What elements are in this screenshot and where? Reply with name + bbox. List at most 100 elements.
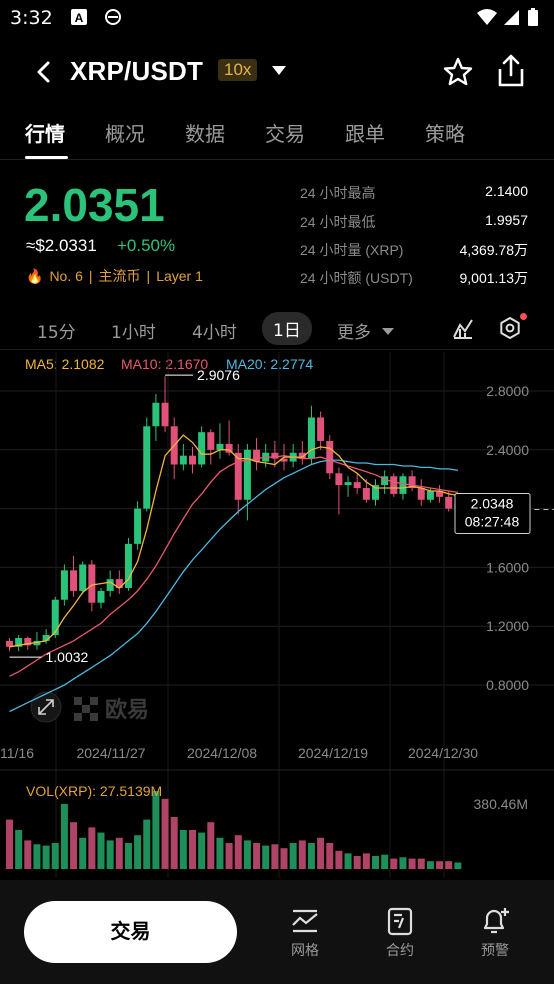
status-time: 3:32 <box>10 7 53 29</box>
volume-bar <box>454 862 462 869</box>
stat-label: 24 小时量 (XRP) <box>300 242 404 258</box>
e-browser-icon <box>105 9 121 25</box>
candle-body <box>326 440 334 474</box>
volume-bar <box>115 837 123 869</box>
share-icon[interactable] <box>496 54 526 88</box>
ma5-line <box>9 434 459 648</box>
flame-icon: 🔥 <box>26 268 44 284</box>
signal-icon <box>504 10 519 25</box>
indicator-icon[interactable] <box>452 317 474 339</box>
candle-body <box>216 443 224 450</box>
candle-body <box>88 564 96 603</box>
tab-data[interactable]: 数据 <box>185 118 225 147</box>
settings-gear-icon[interactable] <box>498 316 522 340</box>
x-tick-label: 2024/12/19 <box>298 745 368 761</box>
volume-bar <box>362 853 370 869</box>
low-marker-label: 1.0032 <box>46 649 89 665</box>
y-tick-label: 1.2000 <box>486 618 529 634</box>
candle-body <box>79 564 87 591</box>
volume-bar <box>170 817 178 869</box>
notification-dot <box>520 313 527 320</box>
volume-bar <box>344 853 352 869</box>
tag-layer1[interactable]: Layer 1 <box>156 268 203 284</box>
pair-title[interactable]: XRP/USDT <box>70 56 203 87</box>
tab-copy-trading[interactable]: 跟单 <box>345 118 385 147</box>
candlestick-chart[interactable]: 2.80002.40002.00001.60001.20000.8000欧易2.… <box>0 352 554 772</box>
rank-badge[interactable]: No. 6 <box>49 268 82 284</box>
high-marker-label: 2.9076 <box>197 367 240 383</box>
period-1d[interactable]: 1日 <box>262 312 312 345</box>
volume-bar <box>436 861 444 869</box>
price-change: +0.50% <box>117 236 176 255</box>
volume-bar <box>134 835 142 869</box>
volume-bar <box>445 861 453 869</box>
candle-body <box>198 432 206 465</box>
status-bar: 3:32 A <box>0 0 554 36</box>
candle-body <box>353 482 361 489</box>
contract-label: 合约 <box>386 943 414 959</box>
tab-trade[interactable]: 交易 <box>265 118 305 147</box>
okx-logo-block <box>82 705 90 713</box>
alert-nav[interactable]: 预警 <box>465 906 525 960</box>
period-more[interactable]: 更多 <box>337 318 371 343</box>
volume-bar <box>317 837 325 869</box>
usd-price: ≈$2.0331 <box>26 236 97 255</box>
okx-watermark: 欧易 <box>30 691 149 723</box>
volume-bar <box>6 819 13 869</box>
volume-bar <box>262 845 270 869</box>
volume-label: VOL(XRP): 27.5139M <box>26 783 163 799</box>
candle-body <box>390 476 398 494</box>
candle-body <box>143 426 151 509</box>
last-price: 2.0351 <box>24 179 165 231</box>
tab-market[interactable]: 行情 <box>25 118 65 147</box>
candle-body <box>344 482 352 486</box>
pair-header: XRP/USDT 10x <box>0 44 554 100</box>
volume-bar <box>234 835 242 869</box>
tag-mainstream[interactable]: 主流币 <box>99 268 141 284</box>
x-tick-label: 2024/12/30 <box>408 745 478 761</box>
wifi-icon <box>477 9 497 25</box>
volume-bar <box>399 857 407 869</box>
favorite-star-icon[interactable] <box>442 56 474 88</box>
candle-body <box>134 508 142 544</box>
period-1h[interactable]: 1小时 <box>111 318 156 343</box>
period-15m[interactable]: 15分 <box>37 318 76 343</box>
back-arrow-icon[interactable] <box>30 58 58 86</box>
volume-bar <box>225 843 233 869</box>
current-price-label: 2.0348 <box>471 495 514 511</box>
volume-bar <box>97 832 105 869</box>
volume-bar <box>326 843 334 869</box>
contract-icon <box>387 907 413 936</box>
volume-bar <box>335 850 343 869</box>
candle-body <box>362 488 370 500</box>
pair-dropdown-caret-icon[interactable] <box>272 66 286 75</box>
grid-icon <box>292 909 318 933</box>
grid-nav[interactable]: 网格 <box>275 906 335 960</box>
okx-logo-block <box>90 713 98 721</box>
period-4h[interactable]: 4小时 <box>192 318 237 343</box>
more-caret-icon[interactable] <box>382 328 394 335</box>
volume-bar <box>298 840 306 869</box>
volume-bar <box>152 791 160 869</box>
tab-overview[interactable]: 概况 <box>105 118 145 147</box>
candle-body <box>399 476 407 494</box>
volume-bar <box>280 848 288 869</box>
volume-bar <box>372 856 379 869</box>
candle-body <box>207 432 215 450</box>
tab-strategy[interactable]: 策略 <box>425 118 465 147</box>
x-tick-label: 2024/11/27 <box>76 745 145 761</box>
contract-nav[interactable]: 合约 <box>370 906 430 960</box>
watermark-text: 欧易 <box>105 697 149 723</box>
volume-bar <box>42 845 50 869</box>
candle-body <box>243 449 251 500</box>
volume-bar <box>426 861 434 869</box>
volume-bar <box>70 822 78 869</box>
trade-button[interactable]: 交易 <box>24 901 237 963</box>
main-tabs: 行情 概况 数据 交易 跟单 策略 <box>0 112 554 160</box>
y-tick-label: 2.4000 <box>486 442 529 458</box>
okx-logo-block <box>74 697 82 705</box>
volume-bar <box>253 843 261 869</box>
candle-body <box>335 473 343 486</box>
volume-bar <box>15 830 23 869</box>
volume-bar <box>24 840 32 869</box>
